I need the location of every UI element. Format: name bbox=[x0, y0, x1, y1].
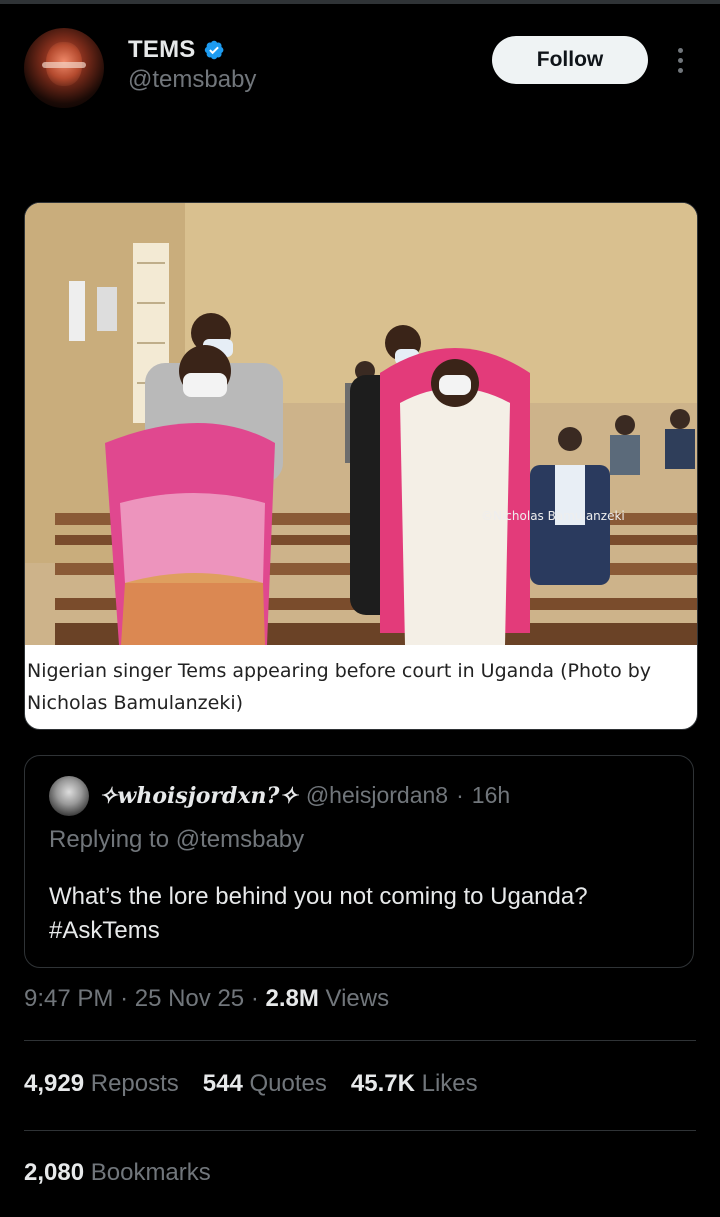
views-label: Views bbox=[325, 985, 390, 1012]
quoted-timestamp[interactable]: 16h bbox=[472, 782, 510, 809]
avatar-glasses bbox=[42, 62, 86, 68]
stats-divider-top bbox=[24, 1040, 696, 1041]
more-dot bbox=[677, 47, 683, 53]
quoted-author-name[interactable]: ✧whoisjordxn?✧ bbox=[99, 783, 298, 809]
bookmarks-label: Bookmarks bbox=[90, 1159, 211, 1186]
reposts-count: 4,929 bbox=[24, 1070, 85, 1097]
bookmarks-count: 2,080 bbox=[24, 1159, 85, 1186]
more-vertical-icon[interactable] bbox=[668, 44, 692, 76]
author-name[interactable]: TEMS bbox=[128, 36, 195, 64]
court-photo[interactable] bbox=[25, 203, 697, 645]
quoted-tweet-card[interactable]: ✧whoisjordxn?✧ @heisjordan8 · 16h Replyi… bbox=[24, 755, 694, 968]
verified-badge-icon bbox=[205, 40, 224, 60]
more-dot bbox=[677, 67, 683, 73]
photo-watermark: ©Nicholas Bamulanzeki bbox=[481, 509, 625, 523]
media-card[interactable]: ©Nicholas Bamulanzeki Nigerian singer Te… bbox=[24, 202, 698, 730]
author-handle[interactable]: @temsbaby bbox=[128, 66, 256, 94]
quotes-count: 544 bbox=[202, 1070, 243, 1097]
replying-to-label[interactable]: Replying to @temsbaby bbox=[49, 826, 304, 854]
more-dot bbox=[677, 57, 683, 63]
quoted-tweet-header: ✧whoisjordxn?✧ @heisjordan8 · 16h bbox=[99, 782, 510, 809]
engagement-stats-row: 4,929 Reposts 544 Quotes 45.7K Likes bbox=[24, 1070, 478, 1098]
author-name-row[interactable]: TEMS bbox=[128, 36, 225, 64]
stats-divider-bottom bbox=[24, 1130, 696, 1131]
bookmarks-stat[interactable]: 2,080 Bookmarks bbox=[24, 1159, 211, 1187]
meta-separator: · bbox=[120, 985, 129, 1012]
follow-button[interactable]: Follow bbox=[492, 36, 648, 84]
views-count: 2.8M bbox=[265, 985, 319, 1012]
top-divider bbox=[0, 0, 720, 4]
quoted-author-avatar[interactable] bbox=[49, 776, 89, 816]
likes-label: Likes bbox=[421, 1070, 478, 1097]
tweet-time[interactable]: 9:47 PM bbox=[24, 985, 113, 1012]
quotes-label: Quotes bbox=[249, 1070, 327, 1097]
reposts-label: Reposts bbox=[90, 1070, 179, 1097]
likes-stat[interactable]: 45.7K Likes bbox=[351, 1070, 478, 1098]
author-avatar[interactable] bbox=[24, 28, 104, 108]
tweet-meta-row: 9:47 PM · 25 Nov 25 · 2.8M Views bbox=[24, 985, 389, 1013]
reposts-stat[interactable]: 4,929 Reposts bbox=[24, 1070, 179, 1098]
quoted-tweet-text: What’s the lore behind you not coming to… bbox=[49, 883, 588, 944]
likes-count: 45.7K bbox=[350, 1070, 415, 1097]
quotes-stat[interactable]: 544 Quotes bbox=[203, 1070, 327, 1098]
tweet-date[interactable]: 25 Nov 25 bbox=[135, 985, 244, 1012]
quoted-author-handle[interactable]: @heisjordan8 bbox=[306, 782, 448, 809]
quoted-separator: · bbox=[456, 782, 464, 808]
meta-separator: · bbox=[250, 985, 259, 1012]
media-caption: Nigerian singer Tems appearing before co… bbox=[27, 660, 652, 714]
